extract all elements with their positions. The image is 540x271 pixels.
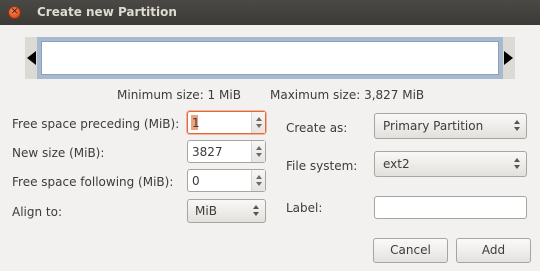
spin-up-icon[interactable] [256, 175, 262, 179]
file-system-label: File system: [286, 159, 358, 173]
partition-graph[interactable] [25, 37, 515, 79]
create-as-value: Primary Partition [383, 119, 484, 133]
file-system-combo[interactable]: ext2 [374, 151, 527, 177]
combo-up-icon [514, 158, 520, 162]
combo-arrows-icon [513, 119, 521, 133]
minimum-size-label: Minimum size: 1 MiB [117, 88, 241, 102]
partition-block[interactable] [41, 41, 499, 75]
spin-up-icon[interactable] [256, 117, 262, 121]
align-to-combo[interactable]: MiB [187, 199, 266, 223]
spinner-arrows[interactable] [251, 170, 265, 191]
title-bar: ✕ Create new Partition [0, 0, 540, 25]
combo-arrows-icon [252, 204, 260, 218]
spinner-arrows[interactable] [251, 141, 265, 162]
resize-right-handle-icon[interactable] [504, 51, 513, 65]
create-as-combo[interactable]: Primary Partition [374, 113, 527, 139]
free-space-following-label: Free space following (MiB): [12, 175, 174, 189]
cancel-button[interactable]: Cancel [373, 238, 448, 263]
close-icon[interactable]: ✕ [8, 6, 21, 19]
spin-up-icon[interactable] [256, 146, 262, 150]
combo-down-icon [514, 165, 520, 169]
partition-label-label: Label: [286, 201, 323, 215]
free-space-preceding-label: Free space preceding (MiB): [12, 117, 180, 131]
combo-arrows-icon [513, 157, 521, 171]
align-to-label: Align to: [12, 205, 63, 219]
combo-down-icon [253, 212, 259, 216]
spin-down-icon[interactable] [256, 124, 262, 128]
partition-label-input[interactable] [374, 196, 527, 219]
align-to-value: MiB [195, 204, 217, 218]
new-size-value[interactable]: 3827 [192, 145, 223, 159]
spin-down-icon[interactable] [256, 182, 262, 186]
maximum-size-label: Maximum size: 3,827 MiB [270, 88, 425, 102]
new-size-spinner[interactable]: 3827 [187, 140, 266, 163]
add-button[interactable]: Add [456, 238, 531, 263]
free-space-following-spinner[interactable]: 0 [187, 169, 266, 192]
free-space-preceding-spinner[interactable]: 1 [187, 111, 266, 134]
free-space-preceding-value[interactable]: 1 [192, 116, 200, 130]
spin-down-icon[interactable] [256, 153, 262, 157]
new-size-label: New size (MiB): [12, 146, 105, 160]
spinner-arrows[interactable] [251, 112, 265, 133]
combo-down-icon [514, 127, 520, 131]
file-system-value: ext2 [383, 157, 410, 171]
dialog-body: Minimum size: 1 MiB Maximum size: 3,827 … [0, 25, 540, 271]
free-space-following-value[interactable]: 0 [192, 174, 200, 188]
resize-left-handle-icon[interactable] [27, 51, 36, 65]
create-as-label: Create as: [286, 121, 348, 135]
combo-up-icon [514, 120, 520, 124]
window-title: Create new Partition [37, 5, 177, 19]
combo-up-icon [253, 205, 259, 209]
